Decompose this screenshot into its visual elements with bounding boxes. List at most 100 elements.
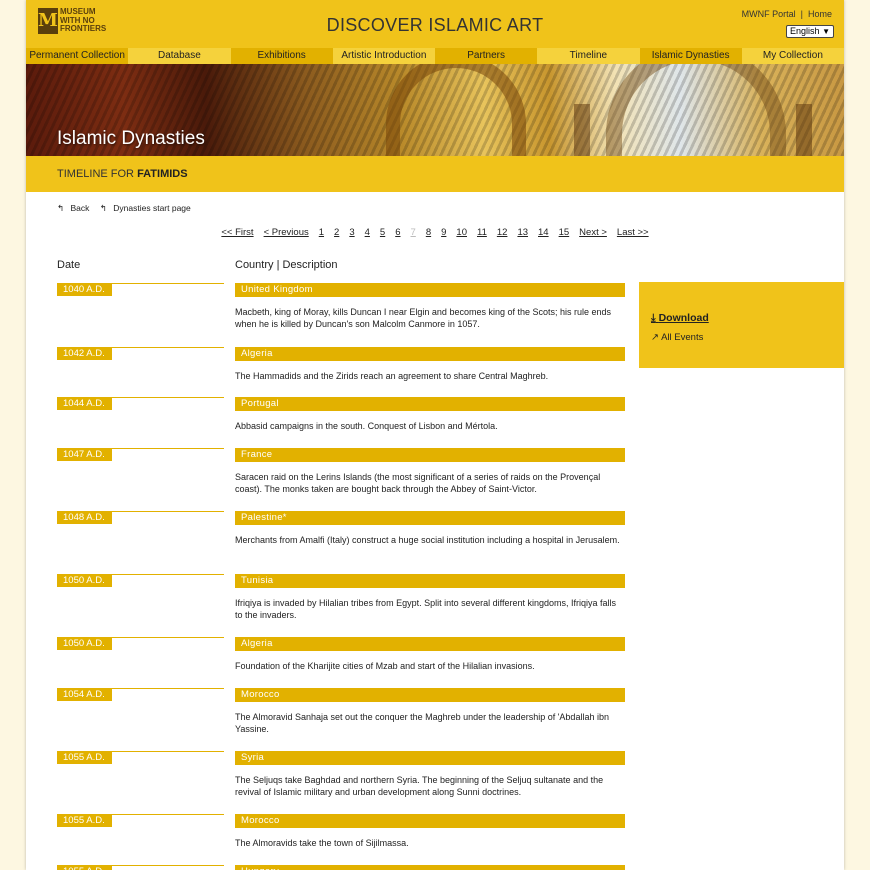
- download-link[interactable]: ⤓ Download: [651, 312, 832, 325]
- page-link[interactable]: 1: [319, 227, 324, 238]
- date-divider: [112, 397, 224, 398]
- event-country: Algeria: [235, 637, 625, 651]
- page-link[interactable]: 2: [334, 227, 339, 238]
- page-link[interactable]: 15: [559, 227, 570, 238]
- event-country: Syria: [235, 751, 625, 765]
- nav-item-permanent-collection[interactable]: Permanent Collection: [26, 48, 129, 64]
- banner-pillar: [796, 104, 812, 156]
- nav-item-timeline[interactable]: Timeline: [537, 48, 639, 64]
- page-link: 7: [410, 227, 416, 238]
- page-link[interactable]: < Previous: [264, 227, 309, 238]
- site-title: DISCOVER ISLAMIC ART: [326, 15, 544, 35]
- nav-item-my-collection[interactable]: My Collection: [742, 48, 844, 64]
- description-column-header: Country | Description: [235, 259, 338, 271]
- page-link[interactable]: 8: [426, 227, 431, 238]
- date-divider: [112, 751, 224, 752]
- page-link[interactable]: 14: [538, 227, 549, 238]
- all-events-label: All Events: [661, 332, 704, 343]
- page-link[interactable]: 12: [497, 227, 508, 238]
- banner-arch: [386, 64, 526, 156]
- event-description: The Almoravids take the town of Sijilmas…: [235, 838, 409, 848]
- event-description: The Seljuqs take Baghdad and northern Sy…: [235, 775, 604, 797]
- page-link[interactable]: 9: [441, 227, 446, 238]
- page-link[interactable]: 6: [395, 227, 400, 238]
- language-value: English: [790, 26, 820, 36]
- event-date: 1050 A.D.: [57, 574, 112, 587]
- event-date: 1040 A.D.: [57, 283, 112, 296]
- event-date: 1042 A.D.: [57, 347, 112, 360]
- event-date: 1044 A.D.: [57, 397, 112, 410]
- page-link[interactable]: 10: [456, 227, 467, 238]
- language-select[interactable]: English ▼: [786, 25, 834, 38]
- event-country: Portugal: [235, 397, 625, 411]
- banner-arch: [606, 64, 786, 156]
- back-link[interactable]: ↰ Back: [57, 203, 93, 213]
- nav-item-partners[interactable]: Partners: [435, 48, 538, 64]
- page-link[interactable]: 5: [380, 227, 385, 238]
- date-divider: [112, 448, 224, 449]
- pagination: << First < Previous 1 2 3 4 5 6 7 8 9 10 11 12 13 14 15 N…: [26, 227, 844, 238]
- event-date: 1047 A.D.: [57, 448, 112, 461]
- date-divider: [112, 511, 224, 512]
- event-description: Saracen raid on the Lerins Islands (the …: [235, 472, 601, 494]
- date-divider: [112, 637, 224, 638]
- page-link[interactable]: << First: [221, 227, 253, 238]
- return-arrow-icon: ↰: [99, 203, 107, 213]
- event-date: 1055 A.D.: [57, 751, 112, 764]
- event-description: Merchants from Amalfi (Italy) construct …: [235, 535, 620, 545]
- page-link[interactable]: Last >>: [617, 227, 649, 238]
- page-link[interactable]: 13: [517, 227, 528, 238]
- nav-item-exhibitions[interactable]: Exhibitions: [230, 48, 333, 64]
- page-link[interactable]: 11: [477, 227, 487, 238]
- page-link[interactable]: 4: [365, 227, 370, 238]
- event-country: Tunisia: [235, 574, 625, 588]
- back-links: ↰ Back ↰ Dynasties start page: [57, 203, 199, 214]
- dynasties-start-label: Dynasties start page: [113, 203, 191, 213]
- event-country: Algeria: [235, 347, 625, 361]
- event-country: Morocco: [235, 814, 625, 828]
- portal-link[interactable]: MWNF Portal: [742, 9, 796, 19]
- banner-title: Islamic Dynasties: [57, 128, 205, 149]
- date-divider: [112, 347, 224, 348]
- nav-item-database[interactable]: Database: [128, 48, 230, 64]
- download-label: Download: [658, 312, 709, 324]
- date-divider: [112, 574, 224, 575]
- date-divider: [112, 865, 224, 866]
- nav-item-artistic-introduction[interactable]: Artistic Introduction: [333, 48, 435, 64]
- event-description: Macbeth, king of Moray, kills Duncan I n…: [235, 307, 612, 329]
- dynasty-name: FATIMIDS: [137, 168, 188, 180]
- date-divider: [112, 814, 224, 815]
- event-country: France: [235, 448, 625, 462]
- event-date: 1055 A.D.: [57, 814, 112, 827]
- download-panel: ⤓ Download ↗ All Events: [639, 282, 844, 368]
- date-divider: [112, 283, 224, 284]
- back-link-label: Back: [70, 203, 90, 213]
- event-date: 1048 A.D.: [57, 511, 112, 524]
- hero-banner: Islamic Dynasties: [26, 64, 844, 156]
- event-date: 1050 A.D.: [57, 637, 112, 650]
- link-separator: |: [800, 9, 803, 19]
- timeline-subheader: TIMELINE FOR FATIMIDS: [26, 156, 844, 192]
- event-date: 1055 A.D.: [57, 865, 112, 870]
- event-country: Hungary: [235, 865, 625, 870]
- main-nav: Permanent Collection Database Exhibition…: [26, 48, 844, 64]
- home-link[interactable]: Home: [808, 9, 832, 19]
- event-country: United Kingdom: [235, 283, 625, 297]
- download-icon: ⤓: [651, 312, 656, 324]
- event-country: Palestine*: [235, 511, 625, 525]
- all-events-link[interactable]: ↗ All Events: [651, 332, 832, 343]
- page-container: M MUSEUM WITH NO FRONTIERS DISCOVER ISLA…: [26, 0, 844, 870]
- nav-item-islamic-dynasties[interactable]: Islamic Dynasties: [639, 48, 742, 64]
- page-link[interactable]: 3: [349, 227, 354, 238]
- banner-pillar: [574, 104, 590, 156]
- top-links: MWNF Portal | Home: [742, 9, 832, 19]
- dynasties-start-link[interactable]: ↰ Dynasties start page: [100, 203, 195, 213]
- date-column-header: Date: [57, 259, 81, 271]
- date-divider: [112, 688, 224, 689]
- site-header: M MUSEUM WITH NO FRONTIERS DISCOVER ISLA…: [26, 0, 844, 48]
- return-arrow-icon: ↰: [57, 203, 65, 213]
- event-description: The Almoravid Sanhaja set out the conque…: [235, 712, 609, 734]
- page-link[interactable]: Next >: [579, 227, 607, 238]
- event-description: Abbasid campaigns in the south. Conquest…: [235, 421, 498, 431]
- event-description: The Hammadids and the Zirids reach an ag…: [235, 371, 549, 381]
